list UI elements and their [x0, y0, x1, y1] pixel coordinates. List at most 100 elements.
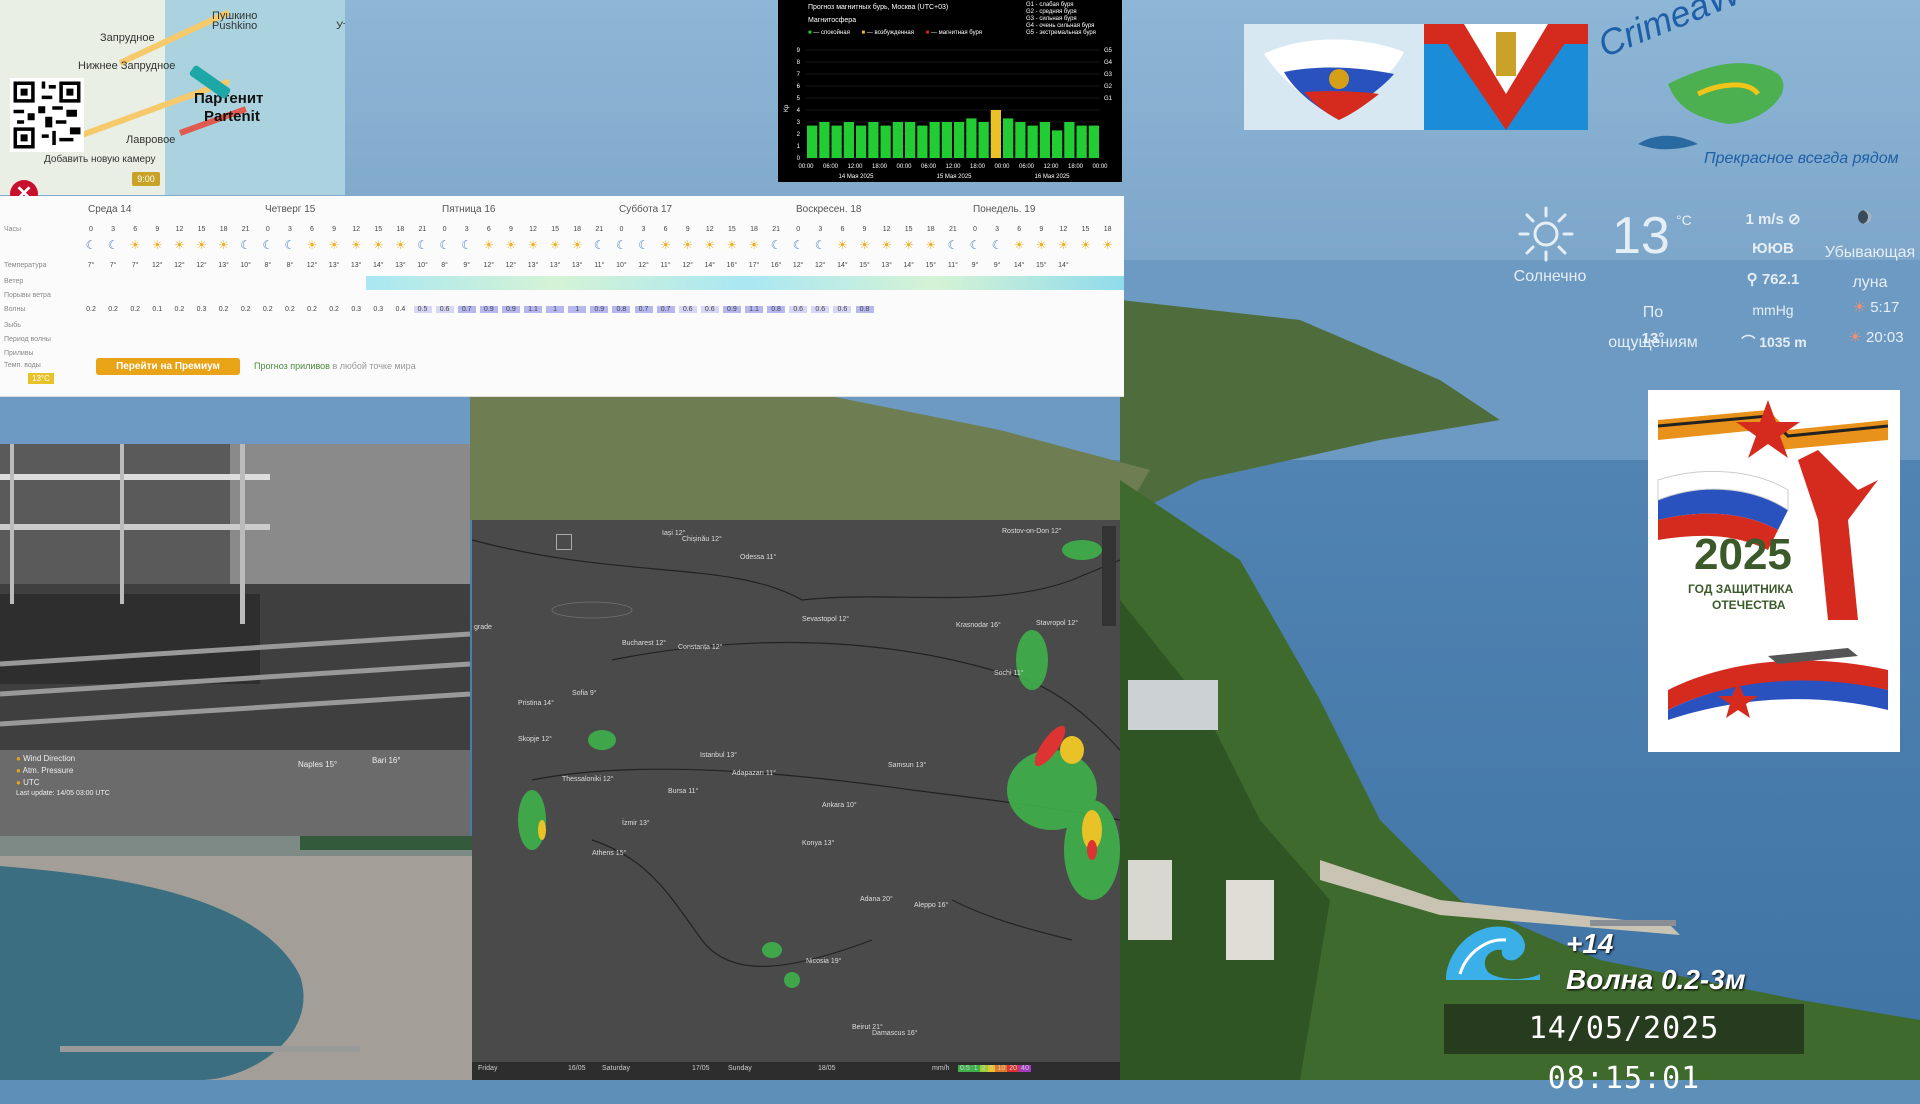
forecast-temp: 14°	[704, 262, 716, 269]
last-update: Last update: 14/05 03:00 UTC	[16, 790, 110, 797]
wind-radar-map[interactable]: Iași 12° Chișinău 12° Odessa 11° Rostov-on-…	[472, 520, 1120, 1080]
wm-city: Sofia 9°	[572, 690, 597, 697]
timeline-bar[interactable]: Friday 16/05 Saturday 17/05 Sunday 18/05…	[472, 1062, 1120, 1080]
forecast-hour: 0	[265, 226, 270, 233]
forecast-wave: 0.9	[590, 306, 609, 313]
forecast-wave: 0.8	[855, 306, 874, 313]
timeline-date: 17/05	[692, 1065, 710, 1072]
wm-city: Nicosia 19°	[806, 958, 842, 965]
forecast-wave: 0.6	[811, 306, 830, 313]
feels-like-label: По ощущениям	[1608, 304, 1698, 351]
forecast-hour: 18	[750, 226, 758, 233]
timeline-day[interactable]: Sunday	[728, 1065, 752, 1072]
forecast-temp: 15°	[859, 262, 870, 269]
wm-city: Constanța 12°	[678, 644, 723, 651]
kp-time-label: 12:00	[945, 164, 961, 170]
sun-icon: ☀	[129, 238, 141, 252]
kp-bar	[929, 122, 940, 158]
forecast-temp: 13°	[350, 262, 362, 269]
moon-icon: ☾	[770, 238, 782, 252]
forecast-wave: 0.6	[700, 306, 719, 313]
moon-icon: ☾	[262, 238, 274, 252]
forecast-temp: 11°	[660, 262, 671, 269]
forecast-temp: 10°	[240, 262, 251, 269]
sun-icon: ☀	[196, 238, 207, 252]
wm-city: Istanbul 13°	[700, 752, 738, 759]
forecast-wave: 0.3	[196, 306, 207, 313]
forecast-day-header[interactable]: Понедель. 19	[973, 204, 1035, 215]
kp-tick-label: 2	[797, 132, 801, 138]
kp-bar	[954, 122, 965, 158]
webcam-beach-view[interactable]	[0, 836, 474, 1080]
time-chip: 9:00	[132, 172, 160, 186]
forecast-day-header[interactable]: Воскресен. 18	[796, 204, 862, 215]
kp-time-label: 18:00	[872, 164, 888, 170]
forecast-temp: 12°	[306, 262, 318, 269]
wm-city: Bari 16°	[372, 756, 401, 765]
pressure-icon: ⚲	[1746, 271, 1758, 288]
forecast-hour: 0	[796, 226, 801, 233]
forecast-day-header[interactable]: Пятница 16	[442, 204, 495, 215]
moon-icon: ☾	[85, 238, 97, 252]
timeline-day[interactable]: Saturday	[602, 1065, 630, 1072]
kp-tick-label: 8	[797, 60, 801, 66]
forecast-hour: 3	[995, 226, 1000, 233]
forecast-day-header[interactable]: Среда 14	[88, 204, 131, 215]
forecast-temp: 16°	[726, 262, 738, 269]
kp-tick-label: 4	[797, 108, 801, 114]
altitude-value: ⌒ 1035 m	[1741, 334, 1807, 350]
kp-bar	[1064, 122, 1075, 158]
poster-line2: ОТЕЧЕСТВА	[1712, 598, 1786, 612]
webcam-pier-view[interactable]	[0, 444, 470, 750]
forecast-day-header[interactable]: Суббота 17	[619, 204, 672, 215]
fullscreen-icon[interactable]	[556, 534, 572, 550]
kp-tick-label: 1	[797, 144, 801, 150]
map-city-en: Partenit	[204, 108, 260, 125]
forecast-temp: 7°	[109, 262, 117, 269]
wm-city: Bursa 11°	[668, 788, 699, 795]
moon-icon: ☾	[461, 238, 473, 252]
forecast-wave: 0.7	[634, 306, 653, 313]
forecast-hour: 15	[374, 226, 383, 233]
kp-time-label: 06:00	[1019, 164, 1035, 170]
forecast-temp: 13°	[218, 262, 229, 269]
forecast-temp: 13°	[328, 262, 340, 269]
wm-city: Adana 20°	[860, 896, 893, 903]
kp-bar	[1003, 118, 1014, 158]
kp-time-label: 12:00	[1043, 164, 1059, 170]
qr-code[interactable]	[10, 78, 84, 152]
forecast-day-header[interactable]: Четверг 15	[265, 204, 315, 215]
kp-bar	[941, 122, 952, 158]
forecast-hour: 3	[818, 226, 823, 233]
add-camera-link[interactable]: Добавить новую камеру	[44, 154, 155, 165]
wind-icon: ⊘	[1787, 211, 1801, 228]
forecast-hour: 12	[1059, 226, 1068, 233]
timeline-day[interactable]: Friday	[478, 1065, 497, 1072]
forecast-hour: 18	[1103, 226, 1112, 233]
storm-levels: G1 - слабая буря G2 - средняя буря G3 - …	[1026, 2, 1096, 36]
tides-link[interactable]: Прогноз приливов в любой точке мира	[254, 361, 416, 371]
webcam-image	[0, 444, 470, 750]
kp-bar	[966, 118, 977, 158]
kp-bar	[978, 122, 989, 158]
forecast-temp: 12°	[815, 262, 826, 269]
feels-like-value: 13°	[1641, 330, 1665, 347]
moon-icon: ☾	[439, 238, 450, 252]
sun-icon: ☀	[903, 238, 915, 252]
map-zoom-controls[interactable]	[1102, 526, 1116, 626]
forecast-temp: 9°	[993, 262, 1001, 269]
forecast-hour: 12	[705, 226, 714, 233]
forecast-hour: 6	[486, 226, 491, 233]
defender-year-poster: 2025 ГОД ЗАЩИТНИКА ОТЕЧЕСТВА	[1648, 390, 1900, 752]
moon-icon: ☾	[792, 238, 804, 252]
wm-city: Damascus 16°	[872, 1030, 918, 1037]
forecast-hour: 15	[551, 226, 559, 233]
forecast-wave: 1	[568, 306, 587, 313]
sun-icon: ☀	[881, 238, 892, 252]
moon-icon: ☾	[240, 238, 252, 252]
moon-icon: ☾	[107, 238, 119, 252]
camera-marker-icon[interactable]	[180, 58, 240, 108]
forecast-wave: 0.6	[435, 306, 454, 313]
premium-button[interactable]: Перейти на Премиум	[96, 358, 240, 375]
datetime-stamp: 14/05/2025 08:15:01	[1444, 1004, 1804, 1096]
